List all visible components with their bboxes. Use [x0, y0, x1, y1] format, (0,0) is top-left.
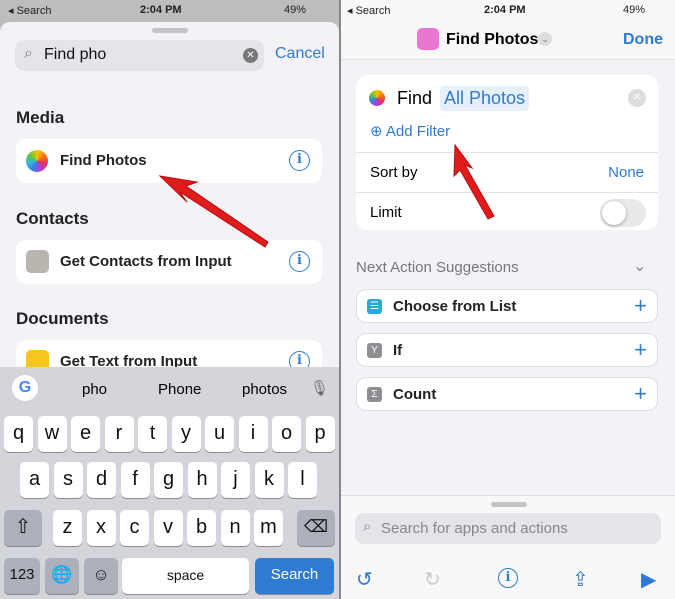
arrow-to-find-photos: [158, 175, 269, 248]
annotation-arrows: [158, 143, 495, 248]
arrow-to-add-filter: [453, 143, 495, 220]
